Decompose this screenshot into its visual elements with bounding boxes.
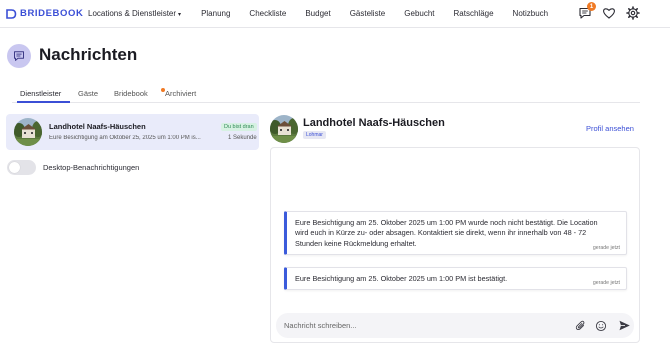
send-icon[interactable] — [618, 319, 631, 332]
top-navigation: BRIDEBOOK Locations & Dienstleister ▾ Pla… — [0, 0, 670, 28]
nav-item-ratschlaege[interactable]: Ratschläge — [454, 9, 494, 18]
heart-icon[interactable] — [602, 6, 616, 20]
messages-icon[interactable]: 1 — [578, 2, 596, 20]
message-timestamp: gerade jetzt — [592, 280, 620, 286]
status-badge: Du bist dran — [221, 123, 257, 131]
message-timestamp: gerade jetzt — [592, 245, 620, 251]
nav-menu: Locations & Dienstleister ▾ Planung Check… — [88, 9, 548, 18]
conversation-timestamp: 1 Sekunde — [228, 135, 257, 141]
nav-icons: 1 — [578, 2, 640, 20]
desktop-notifications-toggle[interactable] — [7, 160, 36, 175]
venue-avatar — [270, 115, 298, 143]
conversation-name: Landhotel Naafs-Häuschen — [49, 122, 146, 131]
nav-item-budget[interactable]: Budget — [305, 9, 330, 18]
conversation-preview: Eure Besichtigung am Oktober 25, 2025 um… — [49, 135, 201, 141]
nav-item-gebucht[interactable]: Gebucht — [404, 9, 434, 18]
chat-bubble-icon — [14, 51, 24, 61]
tab-bridebook[interactable]: Bridebook — [114, 89, 148, 98]
message-tabs: Dienstleister Gäste Bridebook Archiviert — [12, 87, 640, 103]
paperclip-icon[interactable] — [575, 319, 587, 331]
active-tab-indicator — [17, 101, 70, 103]
message-input[interactable]: Nachricht schreiben... — [276, 313, 634, 338]
message-input-placeholder: Nachricht schreiben... — [284, 321, 357, 330]
tab-dienstleister[interactable]: Dienstleister — [20, 89, 61, 98]
nav-item-checkliste[interactable]: Checkliste — [249, 9, 286, 18]
brand-name: BRIDEBOOK — [20, 8, 84, 19]
bridebook-logo[interactable]: BRIDEBOOK — [6, 8, 83, 19]
location-tag: Lohmar — [303, 131, 326, 139]
nav-item-gaesteliste[interactable]: Gästeliste — [350, 9, 386, 18]
tab-archiviert[interactable]: Archiviert — [165, 89, 196, 98]
notification-badge: 1 — [587, 2, 596, 11]
chevron-down-icon: ▾ — [178, 12, 182, 18]
tab-gaeste[interactable]: Gäste — [78, 89, 98, 98]
toggle-knob — [9, 162, 20, 173]
message-text: Eure Besichtigung am 25. Oktober 2025 um… — [295, 274, 508, 283]
view-profile-link[interactable]: Profil ansehen — [586, 124, 634, 133]
system-message: Eure Besichtigung am 25. Oktober 2025 um… — [284, 267, 627, 290]
message-text: Eure Besichtigung am 25. Oktober 2025 um… — [295, 218, 598, 248]
nav-item-locations[interactable]: Locations & Dienstleister ▾ — [88, 9, 181, 18]
nav-item-label: Locations & Dienstleister — [88, 9, 177, 18]
nav-item-planung[interactable]: Planung — [201, 9, 230, 18]
chat-panel: Eure Besichtigung am 25. Oktober 2025 um… — [270, 147, 640, 343]
venue-thumbnail — [14, 118, 42, 146]
nav-item-notizbuch[interactable]: Notizbuch — [513, 9, 549, 18]
logo-mark-icon — [6, 8, 17, 19]
page-icon — [7, 44, 31, 68]
conversation-item[interactable]: Landhotel Naafs-Häuschen Eure Besichtigu… — [6, 114, 259, 150]
chat-title: Landhotel Naafs-Häuschen — [303, 117, 445, 129]
emoji-icon[interactable] — [595, 319, 607, 332]
page-title: Nachrichten — [39, 45, 138, 64]
system-message: Eure Besichtigung am 25. Oktober 2025 um… — [284, 211, 627, 255]
desktop-notifications-label: Desktop-Benachrichtigungen — [43, 163, 140, 172]
settings-gear-icon[interactable] — [626, 6, 640, 20]
